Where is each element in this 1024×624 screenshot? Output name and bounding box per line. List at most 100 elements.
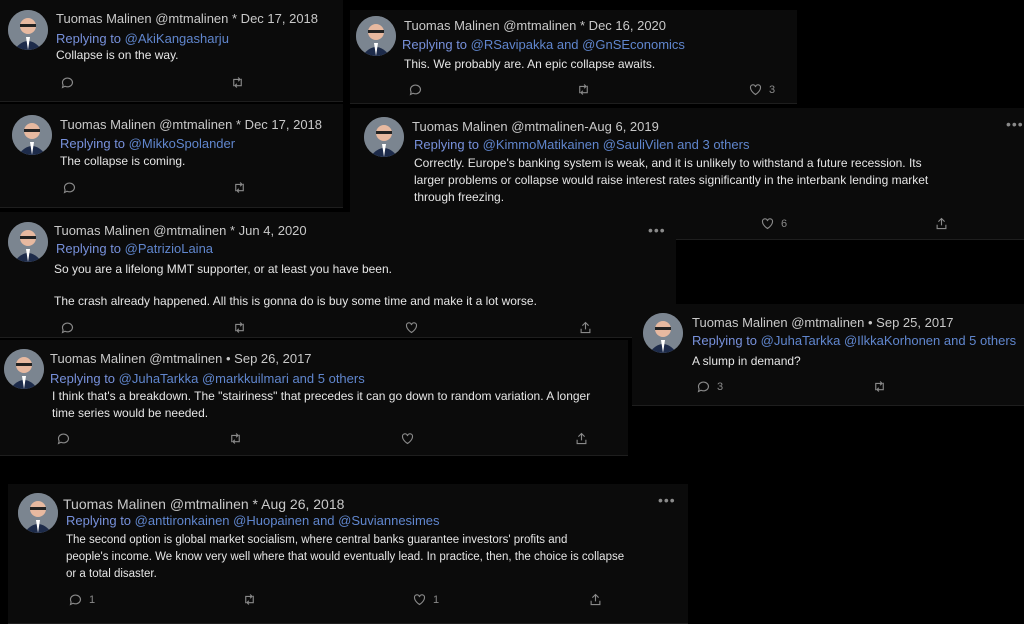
replying-label: Replying to — [56, 241, 122, 256]
more-options-icon[interactable]: ••• — [648, 222, 666, 238]
tweet-text: So you are a lifelong MMT supporter, or … — [54, 261, 654, 310]
author-name: Tuomas Malinen @mtmalinen — [404, 18, 577, 33]
replying-label: Replying to — [692, 333, 758, 348]
retweet-button[interactable] — [242, 592, 257, 607]
reply-button[interactable] — [56, 431, 71, 446]
tweet-card[interactable]: Tuomas Malinen @mtmalinen * Dec 16, 2020… — [350, 10, 797, 104]
retweet-icon — [875, 381, 884, 392]
tweet-text-line: or a total disaster. — [66, 568, 157, 580]
reply-count: 3 — [717, 380, 724, 393]
retweet-icon — [233, 77, 242, 88]
heart-icon — [405, 322, 418, 334]
avatar[interactable] — [364, 117, 404, 157]
tweet-date[interactable]: -Aug 6, 2019 — [584, 119, 658, 134]
reply-button[interactable] — [408, 82, 423, 97]
reply-handles[interactable]: @JuhaTarkka @markkuilmari and 5 others — [119, 371, 365, 386]
retweet-button[interactable] — [228, 431, 243, 446]
avatar[interactable] — [643, 313, 683, 353]
like-button[interactable]: 1 — [412, 592, 439, 607]
avatar[interactable] — [8, 10, 48, 50]
tweet-card[interactable]: Tuomas Malinen @mtmalinen • Sep 25, 2017… — [632, 304, 1024, 406]
reply-button[interactable] — [62, 180, 77, 195]
tweet-card[interactable]: Tuomas Malinen @mtmalinen • Sep 26, 2017… — [0, 340, 628, 456]
reply-handles[interactable]: @AkiKangasharju — [125, 31, 229, 46]
tweet-date[interactable]: • Sep 26, 2017 — [226, 351, 312, 366]
author-line: Tuomas Malinen @mtmalinen-Aug 6, 2019 — [412, 119, 659, 134]
reply-handles[interactable]: @KimmoMatikainen @SauliVilen and 3 other… — [483, 137, 750, 152]
like-button[interactable] — [404, 320, 419, 335]
share-icon — [936, 217, 947, 230]
retweet-button[interactable] — [230, 75, 245, 90]
tweet-card[interactable]: Tuomas Malinen @mtmalinen * Aug 26, 2018… — [8, 484, 688, 624]
tweet-text-line: The collapse is coming. — [60, 154, 186, 168]
retweet-icon — [235, 182, 244, 193]
tweet-card[interactable]: Tuomas Malinen @mtmalinen * Dec 17, 2018… — [0, 104, 343, 208]
author-line: Tuomas Malinen @mtmalinen • Sep 26, 2017 — [50, 351, 312, 366]
like-button[interactable] — [400, 431, 415, 446]
like-count: 6 — [781, 217, 788, 230]
tweet-card[interactable]: Tuomas Malinen @mtmalinen * Dec 17, 2018… — [0, 0, 343, 102]
reply-icon — [63, 182, 76, 194]
share-icon — [580, 321, 591, 334]
tweet-text-line: Collapse is on the way. — [56, 48, 179, 62]
avatar[interactable] — [356, 16, 396, 56]
reply-count: 1 — [89, 593, 96, 606]
replying-to: Replying to @JuhaTarkka @IlkkaKorhonen a… — [692, 333, 1016, 348]
reply-handles[interactable]: @PatrizioLaina — [125, 241, 213, 256]
tweet-text-line — [54, 278, 654, 293]
tweet-date[interactable]: • Sep 25, 2017 — [868, 315, 954, 330]
author-line: Tuomas Malinen @mtmalinen * Dec 16, 2020 — [404, 18, 666, 33]
more-options-icon[interactable]: ••• — [1006, 116, 1024, 132]
reply-button[interactable]: 1 — [68, 592, 95, 607]
replying-label: Replying to — [402, 37, 468, 52]
avatar[interactable] — [12, 115, 52, 155]
reply-button[interactable]: 3 — [696, 379, 723, 394]
tweet-text-line: A slump in demand? — [692, 354, 801, 368]
tweet-card[interactable]: Tuomas Malinen @mtmalinen * Jun 4, 2020 … — [0, 212, 676, 338]
share-icon — [576, 432, 587, 445]
avatar[interactable] — [18, 493, 58, 533]
retweet-button[interactable] — [576, 82, 591, 97]
retweet-icon — [245, 594, 254, 605]
author-name: Tuomas Malinen @mtmalinen — [54, 223, 227, 238]
share-button[interactable] — [578, 320, 593, 335]
reply-icon — [697, 381, 710, 393]
like-button[interactable]: 6 — [760, 216, 787, 231]
share-button[interactable] — [574, 431, 589, 446]
like-button[interactable]: 3 — [748, 82, 775, 97]
reply-handles[interactable]: @MikkoSpolander — [129, 136, 235, 151]
tweet-text-line: This. We probably are. An epic collapse … — [404, 57, 656, 71]
reply-icon — [61, 322, 74, 334]
replying-label: Replying to — [50, 371, 116, 386]
tweet-date[interactable]: * Dec 16, 2020 — [580, 18, 666, 33]
tweet-text-line: people's income. We know very well where… — [66, 551, 625, 563]
retweet-button[interactable] — [232, 180, 247, 195]
more-options-icon[interactable]: ••• — [658, 492, 676, 508]
reply-button[interactable] — [60, 75, 75, 90]
tweet-text: A slump in demand? — [692, 353, 1012, 370]
share-icon — [590, 593, 601, 606]
tweet-date[interactable]: * Dec 17, 2018 — [236, 117, 322, 132]
reply-handles[interactable]: @anttironkainen @Huopainen and @Suvianne… — [135, 513, 440, 528]
tweet-text-line: Correctly. Europe's banking system is we… — [414, 156, 922, 170]
heart-icon — [401, 433, 414, 445]
avatar[interactable] — [4, 349, 44, 389]
tweet-date[interactable]: * Dec 17, 2018 — [232, 11, 318, 26]
retweet-button[interactable] — [232, 320, 247, 335]
reply-button[interactable] — [60, 320, 75, 335]
heart-icon — [761, 218, 774, 230]
replying-to: Replying to @JuhaTarkka @markkuilmari an… — [50, 371, 365, 386]
share-button[interactable] — [588, 592, 603, 607]
tweet-date[interactable]: * Jun 4, 2020 — [230, 223, 307, 238]
tweet-text: I think that's a breakdown. The "stairin… — [52, 388, 624, 422]
tweet-date[interactable]: * Aug 26, 2018 — [253, 496, 345, 512]
replying-to: Replying to @RSavipakka and @GnSEconomic… — [402, 37, 685, 52]
retweet-button[interactable] — [872, 379, 887, 394]
reply-handles[interactable]: @JuhaTarkka @IlkkaKorhonen and 5 others — [761, 333, 1016, 348]
heart-icon — [413, 594, 426, 606]
tweet-text-line: The second option is global market socia… — [66, 534, 568, 546]
share-button[interactable] — [934, 216, 949, 231]
reply-handles[interactable]: @RSavipakka and @GnSEconomics — [471, 37, 685, 52]
avatar[interactable] — [8, 222, 48, 262]
replying-to: Replying to @AkiKangasharju — [56, 31, 229, 46]
